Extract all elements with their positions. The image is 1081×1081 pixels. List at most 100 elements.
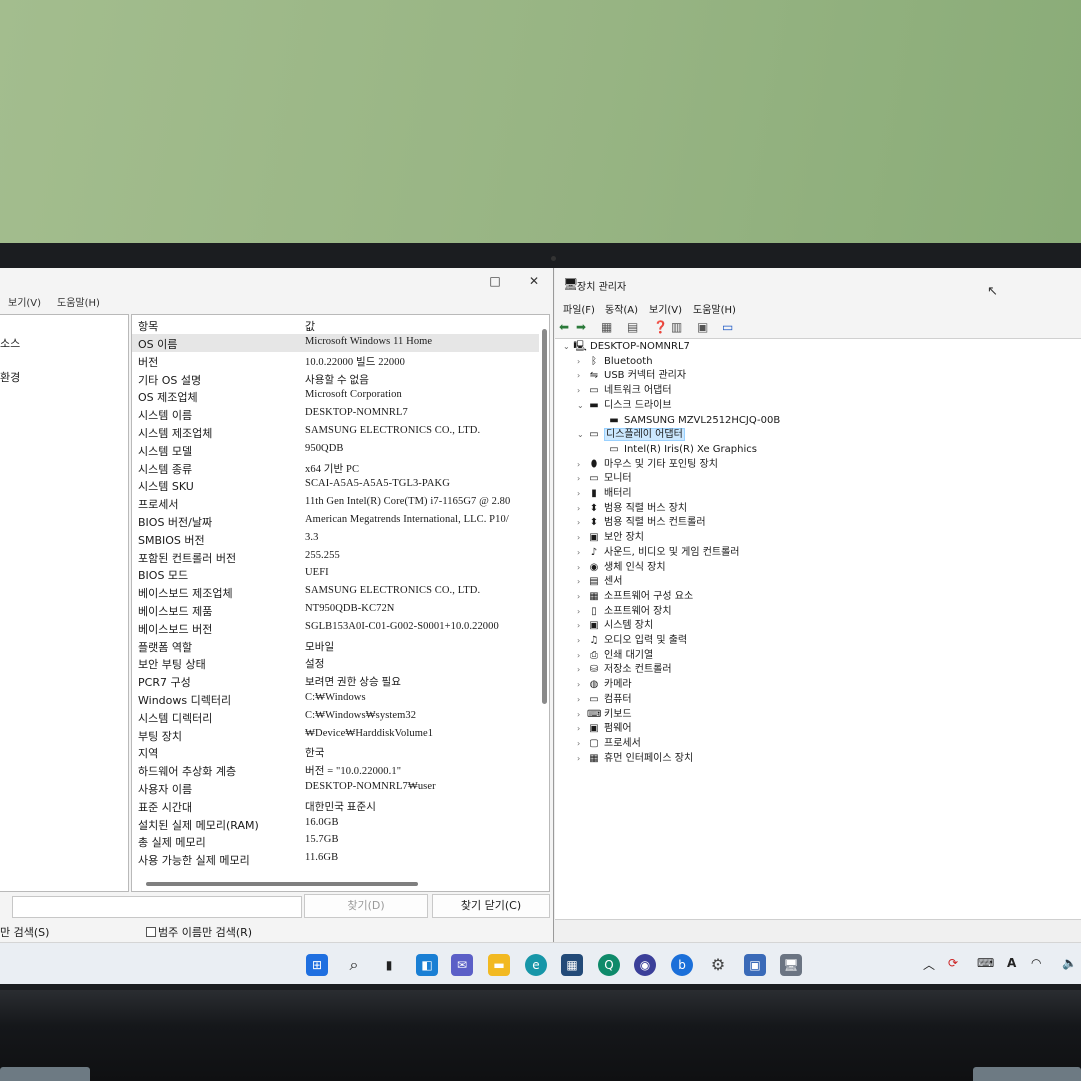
- table-row[interactable]: PCR7 구성 보려면 권한 상승 필요: [132, 672, 539, 690]
- tree-node[interactable]: › ▢ 프로세서: [577, 737, 641, 751]
- tree-node[interactable]: › ⬍ 범용 직렬 버스 컨트롤러: [577, 516, 706, 530]
- monitor-icon[interactable]: ▭: [722, 320, 733, 334]
- chevron-right-icon[interactable]: ›: [577, 708, 587, 722]
- find-input[interactable]: [12, 896, 302, 918]
- chevron-right-icon[interactable]: ›: [577, 737, 587, 751]
- edge-icon[interactable]: e: [525, 954, 547, 976]
- table-row[interactable]: 보안 부팅 상태 설정: [132, 654, 539, 672]
- forward-icon[interactable]: ➡: [576, 320, 586, 334]
- vertical-scrollbar[interactable]: [542, 329, 547, 704]
- chevron-right-icon[interactable]: ›: [577, 693, 587, 707]
- chevron-up-icon[interactable]: ︿: [923, 956, 935, 973]
- wifi-icon[interactable]: ◠: [1031, 956, 1041, 970]
- tree-node[interactable]: › ▣ 시스템 장치: [577, 619, 653, 633]
- table-row[interactable]: 베이스보드 제조업체 SAMSUNG ELECTRONICS CO., LTD.: [132, 583, 539, 601]
- column-value[interactable]: 값: [305, 318, 315, 334]
- tree-item-environment[interactable]: 환경: [0, 369, 20, 385]
- chevron-down-icon[interactable]: ⌄: [577, 428, 587, 442]
- menu-view[interactable]: 보기(V): [649, 301, 682, 316]
- teams-chat-icon[interactable]: ✉: [451, 954, 473, 976]
- menu-view[interactable]: 보기(V): [8, 294, 41, 309]
- scan-icon[interactable]: ▣: [697, 320, 708, 334]
- tree-node[interactable]: › ⎙ 인쇄 대기열: [577, 649, 653, 663]
- table-row[interactable]: 플랫폼 역할 모바일: [132, 637, 539, 655]
- table-row[interactable]: 하드웨어 추상화 계층 버전 = "10.0.22000.1": [132, 761, 539, 779]
- file-explorer-icon[interactable]: ▬: [488, 954, 510, 976]
- table-row[interactable]: OS 이름 Microsoft Windows 11 Home: [132, 334, 539, 352]
- tree-node[interactable]: › ▯ 소프트웨어 장치: [577, 605, 672, 619]
- table-row[interactable]: 베이스보드 제품 NT950QDB-KC72N: [132, 601, 539, 619]
- tree-node[interactable]: › ⬍ 범용 직렬 버스 장치: [577, 502, 687, 516]
- tree-root[interactable]: ⌄ 🖳 DESKTOP-NOMNRL7: [563, 340, 690, 354]
- search-selected-option[interactable]: 만 검색(S): [0, 924, 49, 940]
- keyboard-icon[interactable]: ⌨: [977, 956, 994, 970]
- table-row[interactable]: 시스템 SKU SCAI-A5A5-A5A5-TGL3-PAKG: [132, 476, 539, 494]
- tree-item-resources[interactable]: 소스: [0, 335, 20, 351]
- tree-node[interactable]: ⌄ ▭ 디스플레이 어댑터: [577, 428, 685, 442]
- find-button[interactable]: 찾기(D): [304, 894, 428, 918]
- table-row[interactable]: 사용 가능한 실제 메모리 11.6GB: [132, 850, 539, 868]
- start-icon[interactable]: ⊞: [306, 954, 328, 976]
- tree-node[interactable]: › ▭ 네트워크 어댑터: [577, 384, 672, 398]
- table-row[interactable]: 베이스보드 버전 SGLB153A0I-C01-G002-S0001+10.0.2…: [132, 619, 539, 637]
- tree-node[interactable]: › ⬮ 마우스 및 기타 포인팅 장치: [577, 458, 718, 472]
- horizontal-scrollbar[interactable]: [146, 882, 418, 886]
- task-view-icon[interactable]: ▮: [378, 954, 400, 976]
- close-button[interactable]: ✕: [524, 274, 544, 288]
- chevron-right-icon[interactable]: ›: [577, 722, 587, 736]
- close-find-button[interactable]: 찾기 닫기(C): [432, 894, 550, 918]
- settings-icon[interactable]: ⚙: [707, 954, 729, 976]
- table-row[interactable]: 포함된 컨트롤러 버전 255.255: [132, 548, 539, 566]
- table-row[interactable]: BIOS 모드 UEFI: [132, 565, 539, 583]
- chevron-right-icon[interactable]: ›: [577, 619, 587, 633]
- store-icon[interactable]: ▦: [561, 954, 583, 976]
- table-row[interactable]: 설치된 실제 메모리(RAM) 16.0GB: [132, 815, 539, 833]
- table-row[interactable]: 지역 한국: [132, 743, 539, 761]
- table-row[interactable]: OS 제조업체 Microsoft Corporation: [132, 387, 539, 405]
- tree-node[interactable]: › ◍ 카메라: [577, 678, 632, 692]
- chevron-right-icon[interactable]: ›: [577, 502, 587, 516]
- table-row[interactable]: 시스템 제조업체 SAMSUNG ELECTRONICS CO., LTD.: [132, 423, 539, 441]
- tree-node[interactable]: › ▣ 펌웨어: [577, 722, 632, 736]
- search-icon[interactable]: ⌕: [343, 954, 365, 976]
- system-info-icon[interactable]: ▣: [744, 954, 766, 976]
- table-row[interactable]: 표준 시간대 대한민국 표준시: [132, 797, 539, 815]
- table-row[interactable]: Windows 디렉터리 C:₩Windows: [132, 690, 539, 708]
- update-icon[interactable]: ▤: [627, 320, 638, 334]
- search-category-option[interactable]: 범주 이름만 검색(R): [146, 924, 252, 940]
- tree-node[interactable]: › ♫ 오디오 입력 및 출력: [577, 634, 687, 648]
- chevron-right-icon[interactable]: ›: [577, 546, 587, 560]
- column-item[interactable]: 항목: [138, 318, 158, 334]
- table-row[interactable]: 프로세서 11th Gen Intel(R) Core(TM) i7-1165G7…: [132, 494, 539, 512]
- tree-node[interactable]: › ▣ 보안 장치: [577, 531, 644, 545]
- tree-child[interactable]: ▬ SAMSUNG MZVL2512HCJQ-00B: [607, 414, 780, 428]
- tree-node[interactable]: › ▦ 소프트웨어 구성 요소: [577, 590, 693, 604]
- tree-child[interactable]: ▭ Intel(R) Iris(R) Xe Graphics: [607, 443, 757, 457]
- chevron-right-icon[interactable]: ›: [577, 369, 587, 383]
- tree-node[interactable]: › ▭ 컴퓨터: [577, 693, 632, 707]
- tree-node[interactable]: › ♪ 사운드, 비디오 및 게임 컨트롤러: [577, 546, 740, 560]
- chevron-right-icon[interactable]: ›: [577, 472, 587, 486]
- tree-node[interactable]: › ⇋ USB 커넥터 관리자: [577, 369, 686, 383]
- maximize-button[interactable]: □: [485, 274, 505, 288]
- ime-icon[interactable]: A: [1007, 956, 1016, 970]
- tree-node[interactable]: › ▮ 배터리: [577, 487, 632, 501]
- chevron-down-icon[interactable]: ⌄: [577, 399, 587, 413]
- app-q-icon[interactable]: Q: [598, 954, 620, 976]
- table-row[interactable]: BIOS 버전/날짜 American Megatrends Internatio…: [132, 512, 539, 530]
- table-row[interactable]: 시스템 디렉터리 C:₩Windows₩system32: [132, 708, 539, 726]
- chevron-right-icon[interactable]: ›: [577, 678, 587, 692]
- tree-node[interactable]: › ▭ 모니터: [577, 472, 632, 486]
- table-row[interactable]: 부팅 장치 ₩Device₩HarddiskVolume1: [132, 726, 539, 744]
- chevron-right-icon[interactable]: ›: [577, 561, 587, 575]
- chevron-right-icon[interactable]: ›: [577, 355, 587, 369]
- tree-node[interactable]: › ▦ 휴먼 인터페이스 장치: [577, 752, 693, 766]
- table-row[interactable]: SMBIOS 버전 3.3: [132, 530, 539, 548]
- chevron-right-icon[interactable]: ›: [577, 663, 587, 677]
- table-row[interactable]: 기타 OS 설명 사용할 수 없음: [132, 370, 539, 388]
- chevron-right-icon[interactable]: ›: [577, 590, 587, 604]
- table-row[interactable]: 시스템 이름 DESKTOP-NOMNRL7: [132, 405, 539, 423]
- menu-file[interactable]: 파일(F): [563, 301, 595, 316]
- table-row[interactable]: 시스템 모델 950QDB: [132, 441, 539, 459]
- volume-icon[interactable]: 🔈: [1062, 956, 1077, 970]
